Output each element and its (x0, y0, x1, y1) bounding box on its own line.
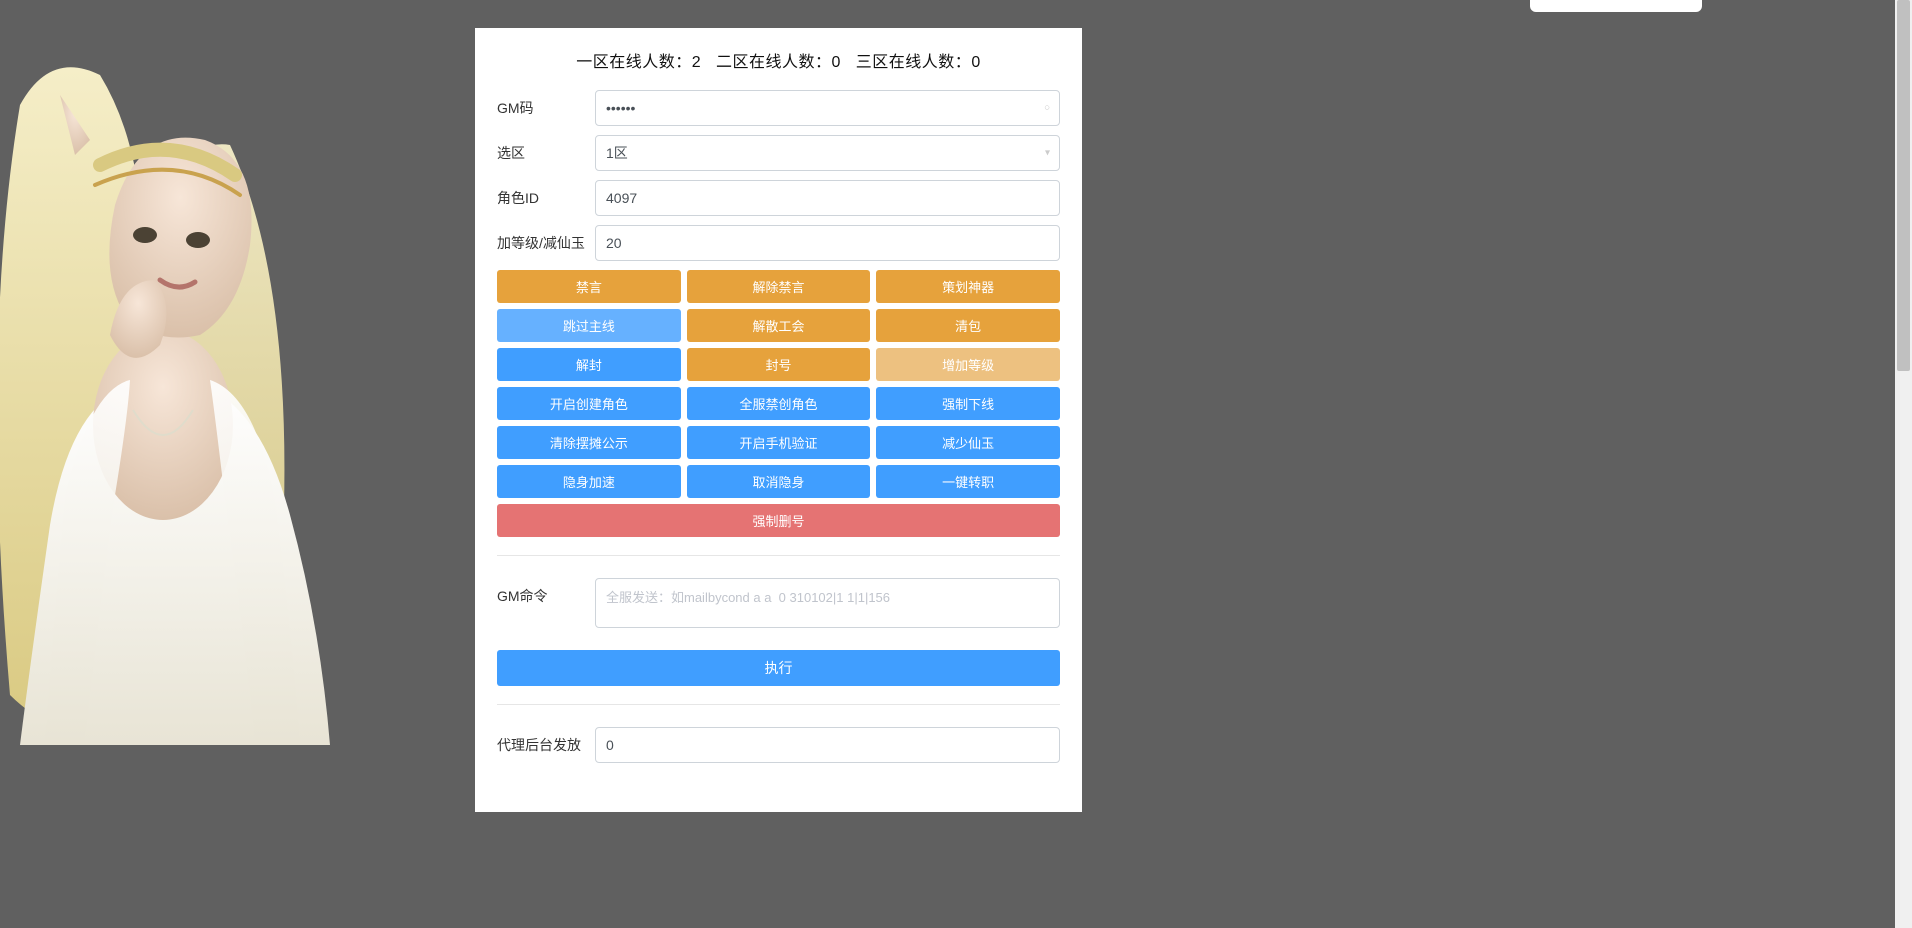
zone2-label: 二区在线人数： (716, 54, 832, 71)
scrollbar-thumb[interactable] (1897, 0, 1910, 371)
zone1-label: 一区在线人数： (576, 54, 692, 71)
execute-button[interactable]: 执行 (497, 650, 1060, 686)
admin-panel: 一区在线人数：2 二区在线人数：0 三区在线人数：0 GM码 ○ 选区 ▾ 角色… (475, 28, 1082, 812)
level-input[interactable] (595, 225, 1060, 261)
stealth-speed-button[interactable]: 隐身加速 (497, 465, 681, 498)
disband-guild-button[interactable]: 解散工会 (687, 309, 871, 342)
gm-command-label: GM命令 (497, 578, 595, 606)
mute-button[interactable]: 禁言 (497, 270, 681, 303)
enable-phone-verify-button[interactable]: 开启手机验证 (687, 426, 871, 459)
ban-button[interactable]: 封号 (687, 348, 871, 381)
zone2-count: 0 (832, 54, 841, 71)
force-delete-button[interactable]: 强制删号 (497, 504, 1060, 537)
divider (497, 555, 1060, 556)
agent-dispatch-label: 代理后台发放 (497, 735, 595, 755)
reduce-jade-button[interactable]: 减少仙玉 (876, 426, 1060, 459)
zone-select[interactable] (595, 135, 1060, 171)
gm-code-input[interactable] (595, 90, 1060, 126)
skip-main-button[interactable]: 跳过主线 (497, 309, 681, 342)
role-id-input[interactable] (595, 180, 1060, 216)
gm-command-input[interactable] (595, 578, 1060, 628)
role-id-label: 角色ID (497, 188, 595, 208)
disable-create-role-button[interactable]: 全服禁创角色 (687, 387, 871, 420)
scrollbar-track[interactable] (1895, 0, 1912, 928)
divider-2 (497, 704, 1060, 705)
enable-create-role-button[interactable]: 开启创建角色 (497, 387, 681, 420)
gm-code-label: GM码 (497, 98, 595, 118)
clear-bag-button[interactable]: 清包 (876, 309, 1060, 342)
one-key-job-button[interactable]: 一键转职 (876, 465, 1060, 498)
unmute-button[interactable]: 解除禁言 (687, 270, 871, 303)
zone3-count: 0 (971, 54, 980, 71)
zone3-label: 三区在线人数： (856, 54, 972, 71)
clear-stall-button[interactable]: 清除摆摊公示 (497, 426, 681, 459)
unban-button[interactable]: 解封 (497, 348, 681, 381)
planner-tool-button[interactable]: 策划神器 (876, 270, 1060, 303)
force-offline-button[interactable]: 强制下线 (876, 387, 1060, 420)
zone1-count: 2 (692, 54, 701, 71)
online-count-header: 一区在线人数：2 二区在线人数：0 三区在线人数：0 (497, 48, 1060, 72)
background-character-art (0, 45, 410, 755)
cancel-stealth-button[interactable]: 取消隐身 (687, 465, 871, 498)
zone-select-label: 选区 (497, 143, 595, 163)
agent-dispatch-input[interactable] (595, 727, 1060, 763)
add-level-button[interactable]: 增加等级 (876, 348, 1060, 381)
top-tab-stub (1530, 0, 1702, 12)
level-label: 加等级/减仙玉 (497, 233, 595, 253)
